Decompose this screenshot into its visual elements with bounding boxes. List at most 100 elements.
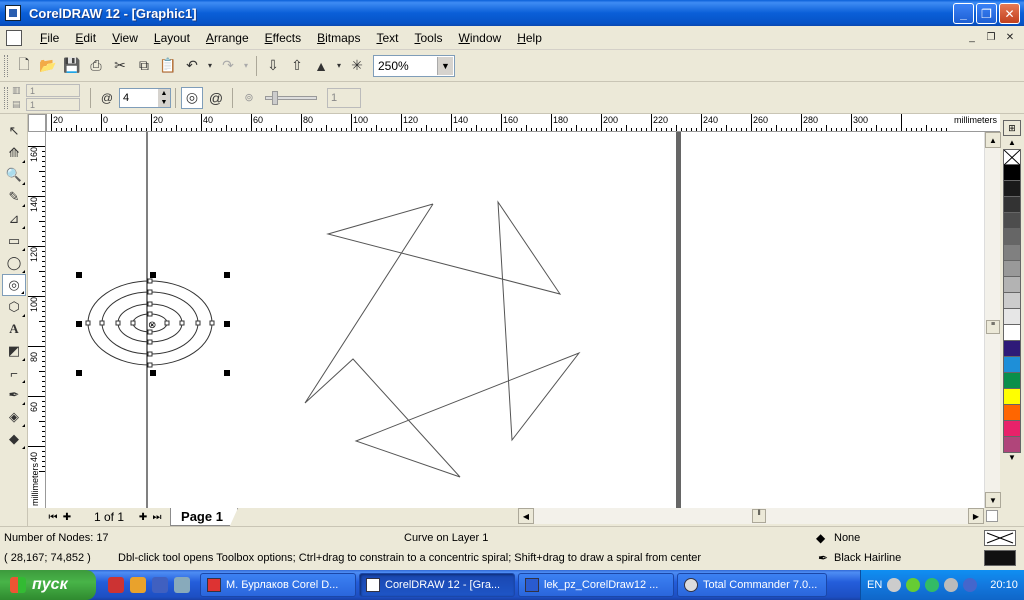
color-swatch[interactable]: [1003, 405, 1021, 421]
menu-tools[interactable]: Tools: [406, 28, 450, 48]
vertical-scrollbar[interactable]: ▲ ≡ ▼: [984, 132, 1001, 508]
start-button[interactable]: пуск: [0, 570, 96, 600]
import-icon[interactable]: ⇩: [262, 55, 284, 77]
zoom-tool-icon[interactable]: 🔍: [2, 164, 26, 186]
scroll-left-icon[interactable]: ◀: [518, 508, 534, 524]
menu-layout[interactable]: Layout: [146, 28, 198, 48]
expansion-factor-slider[interactable]: [265, 90, 317, 105]
floppy-icon[interactable]: [152, 577, 168, 593]
horizontal-scroll-thumb[interactable]: ⦀: [752, 509, 766, 523]
scroll-down-icon[interactable]: ▼: [985, 492, 1001, 508]
minimize-button[interactable]: _: [953, 3, 974, 24]
tray-arrow-icon[interactable]: [887, 578, 902, 592]
opera-icon[interactable]: [108, 577, 124, 593]
rectangle-tool-icon[interactable]: ▭: [2, 230, 26, 252]
undo-dropdown-icon[interactable]: ▾: [205, 55, 215, 77]
color-swatch[interactable]: [1003, 261, 1021, 277]
palette-scroll-up-icon[interactable]: ▲: [1003, 138, 1021, 149]
new-document-icon[interactable]: 🗋: [13, 55, 35, 77]
save-icon[interactable]: 💾: [61, 55, 83, 77]
restore-button[interactable]: ❐: [976, 3, 997, 24]
menu-edit[interactable]: Edit: [67, 28, 104, 48]
application-launcher-icon[interactable]: ▲: [310, 55, 332, 77]
page-tab[interactable]: Page 1: [170, 508, 238, 526]
copy-icon[interactable]: ⧉: [133, 55, 155, 77]
menu-bitmaps[interactable]: Bitmaps: [309, 28, 368, 48]
cut-icon[interactable]: ✂: [109, 55, 131, 77]
swatch-none[interactable]: [1003, 149, 1021, 165]
doc-minimize-button[interactable]: _: [964, 30, 980, 44]
add-page-after-icon[interactable]: ✚: [136, 512, 150, 523]
task-word[interactable]: lek_pz_CorelDraw12 ...: [518, 573, 674, 597]
paste-icon[interactable]: 📋: [157, 55, 179, 77]
fill-tool-icon[interactable]: ◈: [2, 406, 26, 428]
doc-restore-button[interactable]: ❐: [983, 30, 999, 44]
color-swatch[interactable]: [1003, 373, 1021, 389]
color-swatch[interactable]: [1003, 341, 1021, 357]
spiral-tool-icon[interactable]: ◎: [2, 274, 26, 296]
task-coreldraw[interactable]: CorelDRAW 12 - [Gra...: [359, 573, 515, 597]
menu-window[interactable]: Window: [451, 28, 510, 48]
document-icon[interactable]: [6, 29, 22, 46]
toolbar-grip[interactable]: [4, 54, 8, 77]
spin-updown-icon[interactable]: ▲ ▼: [158, 88, 170, 107]
task-total-commander[interactable]: Total Commander 7.0...: [677, 573, 827, 597]
task-pdf[interactable]: М. Бурлаков Corel D...: [200, 573, 356, 597]
export-icon[interactable]: ⇧: [286, 55, 308, 77]
horizontal-scrollbar[interactable]: ◀ ⦀ ▶: [518, 508, 984, 524]
fill-swatch[interactable]: [984, 530, 1016, 546]
menu-view[interactable]: View: [104, 28, 146, 48]
shape-tool-icon[interactable]: ⟰: [2, 142, 26, 164]
basic-shapes-tool-icon[interactable]: ⬡: [2, 296, 26, 318]
network-icon[interactable]: [906, 578, 921, 592]
antivirus-icon[interactable]: [925, 578, 940, 592]
menu-arrange[interactable]: Arrange: [198, 28, 257, 48]
color-swatch[interactable]: [1003, 421, 1021, 437]
add-page-before-icon[interactable]: ✚: [60, 512, 74, 523]
chevron-down-icon[interactable]: ▼: [437, 56, 453, 75]
horizontal-ruler[interactable]: millimeters 20 0 20 40 60 80 100 120 140 160 180 20…: [46, 114, 1000, 132]
palette-options-icon[interactable]: ⊞: [1003, 120, 1021, 136]
color-swatch[interactable]: [1003, 389, 1021, 405]
color-swatch[interactable]: [1003, 277, 1021, 293]
color-swatch[interactable]: [1003, 181, 1021, 197]
scroll-up-icon[interactable]: ▲: [985, 132, 1001, 148]
logarithmic-spiral-icon[interactable]: @: [205, 87, 227, 109]
spiral-revolutions-input[interactable]: 4 ▲ ▼: [119, 87, 171, 108]
grid-columns-spinner[interactable]: 1: [26, 84, 80, 97]
grid-rows-spinner[interactable]: 1: [26, 98, 80, 111]
freehand-tool-icon[interactable]: ✎: [2, 186, 26, 208]
close-button[interactable]: ✕: [999, 3, 1020, 24]
symmetrical-spiral-icon[interactable]: ◎: [181, 86, 203, 109]
undo-icon[interactable]: ↶: [181, 55, 203, 77]
doc-close-button[interactable]: ✕: [1002, 30, 1018, 44]
color-swatch[interactable]: [1003, 165, 1021, 181]
menu-effects[interactable]: Effects: [257, 28, 309, 48]
propertybar-grip[interactable]: [4, 86, 8, 109]
color-swatch[interactable]: [1003, 325, 1021, 341]
pick-tool-icon[interactable]: ↖: [2, 120, 26, 142]
drawing-canvas[interactable]: ⊗: [46, 132, 984, 508]
corel-online-icon[interactable]: ✳: [346, 55, 368, 77]
last-page-icon[interactable]: ⏭: [150, 512, 164, 523]
vertical-scroll-thumb[interactable]: ≡: [986, 320, 1000, 334]
drawing-svg[interactable]: ⊗: [46, 132, 984, 508]
menu-help[interactable]: Help: [509, 28, 550, 48]
color-swatch[interactable]: [1003, 197, 1021, 213]
interactive-blend-tool-icon[interactable]: ◩: [2, 340, 26, 362]
scroll-right-icon[interactable]: ▶: [968, 508, 984, 524]
navigator-button[interactable]: [986, 510, 998, 522]
zoom-level-select[interactable]: 250% ▼: [373, 54, 455, 77]
language-indicator[interactable]: EN: [867, 579, 882, 591]
outline-tool-icon[interactable]: ✒: [2, 384, 26, 406]
open-icon[interactable]: 📂: [37, 55, 59, 77]
print-icon[interactable]: ⎙: [85, 55, 107, 77]
color-swatch[interactable]: [1003, 293, 1021, 309]
menu-text[interactable]: Text: [368, 28, 406, 48]
palette-scroll-down-icon[interactable]: ▼: [1003, 453, 1021, 464]
color-swatch[interactable]: [1003, 437, 1021, 453]
slider-thumb[interactable]: [272, 90, 278, 105]
text-tool-icon[interactable]: A: [2, 318, 26, 340]
interactive-fill-tool-icon[interactable]: ◆: [2, 428, 26, 450]
redo-dropdown-icon[interactable]: ▾: [241, 55, 251, 77]
